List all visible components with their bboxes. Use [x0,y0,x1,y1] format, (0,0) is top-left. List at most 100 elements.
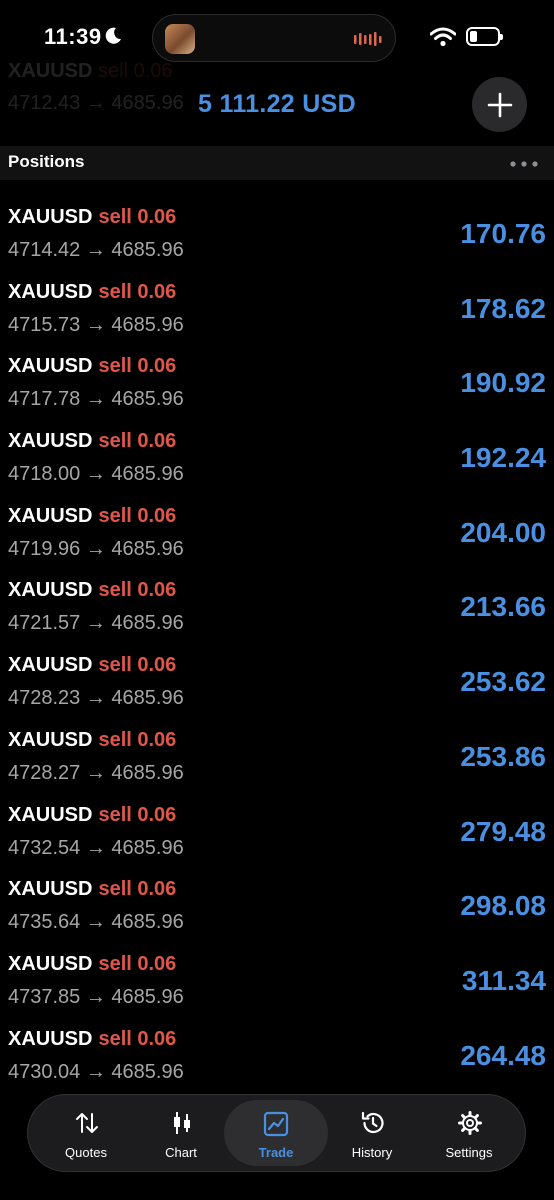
tab-bar: Quotes Chart Trade History Settings [27,1094,526,1172]
position-row[interactable]: XAUUSD sell 0.06 4735.64 → 4685.96 298.08 [0,875,554,950]
tab-label: Settings [445,1145,493,1160]
position-side-volume: sell 0.06 [98,1027,177,1050]
position-row[interactable]: XAUUSD sell 0.06 4737.85 → 4685.96 311.34 [0,950,554,1025]
position-symbol: XAUUSD [8,803,93,826]
open-price: 4735.64 [8,911,81,934]
position-symbol: XAUUSD [8,430,93,453]
tab-trade[interactable]: Trade [224,1100,328,1166]
position-row[interactable]: XAUUSD sell 0.06 4721.57 → 4685.96 213.66 [0,576,554,651]
current-price: 4685.96 [111,911,184,934]
open-price: 4721.57 [8,612,81,635]
positions-list: XAUUSD sell 0.06 4714.42 → 4685.96 170.76 XA… [0,203,554,1099]
position-symbol: XAUUSD [8,728,93,751]
position-profit: 213.66 [460,591,546,623]
open-price: 4715.73 [8,313,81,336]
position-profit: 190.92 [460,367,546,399]
position-prices: 4719.96 → 4685.96 [8,537,184,560]
current-price: 4685.96 [111,239,184,261]
position-prices: 4715.73 → 4685.96 [8,313,184,336]
position-prices: 4714.42 → 4685.96 [8,239,184,261]
position-symbol: XAUUSD [8,504,93,527]
position-prices: 4728.27 → 4685.96 [8,761,184,784]
current-price: 4685.96 [111,985,184,1008]
tab-label: History [351,1145,393,1160]
position-prices: 4732.54 → 4685.96 [8,836,184,859]
current-price: 4685.96 [111,537,184,560]
ghost-row: XAUUSD sell 0.06 [8,60,173,82]
current-price: 4685.96 [111,463,184,486]
position-profit: 178.62 [460,292,546,324]
position-title: XAUUSD sell 0.06 [8,430,176,453]
now-playing-artwork [165,24,195,54]
position-title: XAUUSD sell 0.06 [8,206,176,229]
open-price: 4728.23 [8,687,81,710]
tab-history[interactable]: History [324,1095,420,1171]
position-title: XAUUSD sell 0.06 [8,729,176,752]
wifi-icon [430,27,456,47]
clock: 11:39 [44,24,102,49]
position-prices: 4721.57 → 4685.96 [8,612,184,635]
position-title: XAUUSD sell 0.06 [8,654,176,677]
position-symbol: XAUUSD [8,878,93,901]
open-price: 4730.04 [8,1060,81,1083]
position-row[interactable]: XAUUSD sell 0.06 4730.04 → 4685.96 264.48 [0,1025,554,1100]
position-profit: 204.00 [460,516,546,548]
dynamic-island[interactable] [152,14,396,62]
position-side-volume: sell 0.06 [98,952,177,975]
more-options-icon[interactable] [510,161,538,167]
tab-label: Quotes [65,1145,107,1160]
position-prices: 4728.23 → 4685.96 [8,687,184,710]
current-price: 4685.96 [111,836,184,859]
position-symbol: XAUUSD [8,355,93,378]
open-price: 4732.54 [8,836,81,859]
tab-settings[interactable]: Settings [421,1095,517,1171]
positions-title: Positions [8,152,85,171]
position-symbol: XAUUSD [8,654,93,677]
position-row[interactable]: XAUUSD sell 0.06 4719.96 → 4685.96 204.00 [0,502,554,577]
position-side-volume: sell 0.06 [98,579,177,602]
history-icon [361,1111,384,1134]
position-side-volume: sell 0.06 [98,728,177,751]
position-side-volume: sell 0.06 [98,430,177,453]
position-title: XAUUSD sell 0.06 [8,1028,176,1051]
position-side-volume: sell 0.06 [98,878,177,901]
position-symbol: XAUUSD [8,206,93,228]
position-row[interactable]: XAUUSD sell 0.06 4718.00 → 4685.96 192.24 [0,427,554,502]
position-row[interactable]: XAUUSD sell 0.06 4728.23 → 4685.96 253.62 [0,651,554,726]
position-side-volume: sell 0.06 [98,280,177,303]
audio-waveform-icon [354,32,382,46]
position-profit: 264.48 [460,1039,546,1071]
position-side-volume: sell 0.06 [98,206,177,228]
trade-icon [263,1111,289,1137]
position-symbol: XAUUSD [8,280,93,303]
open-price: 4717.78 [8,388,81,411]
position-row[interactable]: XAUUSD sell 0.06 4732.54 → 4685.96 279.48 [0,801,554,876]
position-profit: 192.24 [460,442,546,474]
partially-hidden-row [8,180,308,188]
tab-chart[interactable]: Chart [133,1095,229,1171]
current-price: 4685.96 [111,761,184,784]
open-price: 4737.85 [8,985,81,1008]
position-row[interactable]: XAUUSD sell 0.06 4715.73 → 4685.96 178.62 [0,278,554,353]
position-prices: 4718.00 → 4685.96 [8,463,184,486]
tab-quotes[interactable]: Quotes [38,1095,134,1171]
current-price: 4685.96 [111,388,184,411]
position-side-volume: sell 0.06 [98,654,177,677]
position-side-volume: sell 0.06 [98,803,177,826]
position-title: XAUUSD sell 0.06 [8,579,176,602]
current-price: 4685.96 [111,687,184,710]
new-order-button[interactable] [472,77,527,132]
position-side-volume: sell 0.06 [98,355,177,378]
position-symbol: XAUUSD [8,952,93,975]
plus-icon [487,92,512,117]
quotes-icon [76,1113,98,1133]
position-row[interactable]: XAUUSD sell 0.06 4728.27 → 4685.96 253.86 [0,726,554,801]
open-price: 4719.96 [8,537,81,560]
current-price: 4685.96 [111,612,184,635]
position-row[interactable]: XAUUSD sell 0.06 4717.78 → 4685.96 190.92 [0,352,554,427]
current-price: 4685.96 [111,1060,184,1083]
open-price: 4728.27 [8,761,81,784]
tab-label: Chart [165,1145,197,1160]
position-row[interactable]: XAUUSD sell 0.06 4714.42 → 4685.96 170.76 [0,203,554,278]
position-prices: 4737.85 → 4685.96 [8,985,184,1008]
